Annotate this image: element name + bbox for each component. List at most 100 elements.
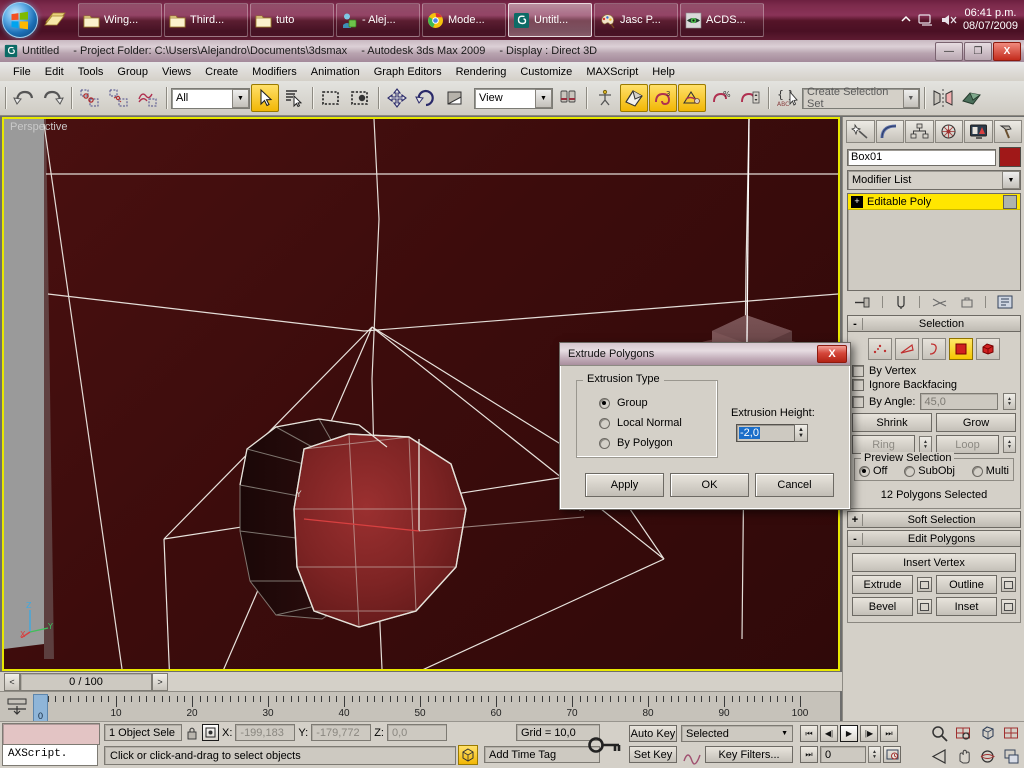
taskbar-item-7[interactable]: ACDS... [680, 3, 764, 37]
chevron-down-icon[interactable]: ▼ [535, 88, 552, 108]
time-configuration-button[interactable] [883, 746, 901, 763]
next-frame-button[interactable]: > [152, 672, 168, 691]
inset-button[interactable]: Inset [936, 597, 997, 616]
extrude-settings-button[interactable] [917, 577, 932, 592]
display-tab[interactable] [964, 119, 993, 143]
extrusion-type-by-polygon-option[interactable]: By Polygon [599, 437, 673, 449]
select-and-link-button[interactable] [76, 84, 104, 112]
shrink-button[interactable]: Shrink [852, 413, 932, 432]
select-and-scale-button[interactable] [441, 84, 469, 112]
outline-button[interactable]: Outline [936, 575, 997, 594]
angle-snap-toggle-button[interactable]: 3 [649, 84, 677, 112]
manipulate-button[interactable] [591, 84, 619, 112]
remove-modifier-icon[interactable] [959, 295, 975, 310]
modifier-list-combo[interactable]: Modifier List ▼ [847, 170, 1021, 190]
zoom-button[interactable] [928, 723, 951, 744]
edge-sublevel-button[interactable] [895, 338, 919, 360]
chevron-down-icon[interactable]: ▼ [902, 88, 919, 108]
menu-item-views[interactable]: Views [155, 64, 198, 80]
border-sublevel-button[interactable] [922, 338, 946, 360]
maximize-viewport-button[interactable] [1000, 746, 1023, 767]
parameter-curve-icon[interactable] [682, 747, 702, 765]
extrusion-type-group-option[interactable]: Group [599, 397, 648, 409]
cancel-button[interactable]: Cancel [755, 473, 834, 497]
ignore-backfacing-row[interactable]: Ignore Backfacing [852, 379, 1016, 391]
bind-to-space-warp-button[interactable] [134, 84, 162, 112]
x-coordinate-field[interactable]: -199,183 [235, 724, 296, 741]
taskbar-item-5[interactable]: Untitl... [508, 3, 592, 37]
current-frame-spinner[interactable]: ▲ ▼ [868, 746, 881, 763]
taskbar-item-4[interactable]: Mode... [422, 3, 506, 37]
preview-multi-radio[interactable] [971, 465, 983, 477]
select-object-button[interactable] [251, 84, 279, 112]
object-name-field[interactable]: Box01 [847, 148, 996, 166]
select-by-name-button[interactable] [280, 84, 308, 112]
goto-end-button[interactable]: ⏭ [880, 725, 898, 742]
selection-lock-icon[interactable] [185, 725, 199, 741]
rollout-toggle-edit-polygons[interactable]: - [848, 532, 863, 545]
chevron-down-icon[interactable]: ▼ [1002, 171, 1020, 189]
group-radio[interactable] [599, 397, 610, 409]
snaps-toggle-button[interactable] [620, 84, 648, 112]
ring-spinner[interactable]: ▲ ▼ [919, 436, 932, 453]
z-coordinate-field[interactable]: 0,0 [386, 724, 447, 741]
modify-tab[interactable] [875, 119, 904, 143]
pivot-center-button[interactable] [554, 84, 582, 112]
close-button[interactable]: X [993, 41, 1021, 61]
by-angle-row[interactable]: By Angle: 45,0 ▲ ▼ [852, 393, 1016, 410]
track-bar[interactable]: 10 20 30 40 50 60 70 80 90 100 0 [0, 691, 840, 722]
by-polygon-radio[interactable] [599, 437, 610, 449]
loop-spinner[interactable]: ▲ ▼ [1003, 436, 1016, 453]
pin-stack-icon[interactable] [854, 295, 872, 310]
menu-item-modifiers[interactable]: Modifiers [245, 64, 304, 80]
rollout-header-edit-polygons[interactable]: - Edit Polygons [847, 530, 1021, 547]
preview-subobj-option[interactable]: SubObj [904, 465, 955, 477]
preview-off-radio[interactable] [859, 465, 870, 477]
ignore-backfacing-checkbox[interactable] [852, 379, 864, 391]
menu-item-edit[interactable]: Edit [38, 64, 71, 80]
menu-item-file[interactable]: File [6, 64, 38, 80]
network-icon[interactable] [917, 12, 935, 28]
spinner-snap-toggle2-button[interactable] [736, 84, 764, 112]
percent-snap-toggle-button[interactable] [678, 84, 706, 112]
preview-subobj-radio[interactable] [904, 465, 916, 477]
zoom-region-button[interactable] [1000, 723, 1023, 744]
vertex-sublevel-button[interactable] [868, 338, 892, 360]
insert-vertex-button[interactable]: Insert Vertex [852, 553, 1016, 572]
rollout-header-selection[interactable]: - Selection [847, 315, 1021, 332]
start-button[interactable] [2, 2, 38, 38]
frame-readout[interactable]: 0 / 100 [20, 672, 152, 691]
dialog-title-bar[interactable]: Extrude Polygons X [560, 343, 850, 366]
chevron-down-icon[interactable]: ▼ [781, 730, 788, 737]
by-angle-spinner[interactable]: ▲ ▼ [1003, 393, 1016, 410]
bevel-settings-button[interactable] [917, 599, 932, 614]
auto-key-button[interactable]: Auto Key [629, 725, 677, 742]
align-button[interactable] [958, 84, 986, 112]
taskbar-item-2[interactable]: tuto [250, 3, 334, 37]
chevron-down-icon[interactable]: ▼ [232, 88, 249, 108]
menu-item-create[interactable]: Create [198, 64, 245, 80]
motion-tab[interactable] [934, 119, 963, 143]
menu-item-rendering[interactable]: Rendering [449, 64, 514, 80]
unlink-selection-button[interactable] [105, 84, 133, 112]
menu-item-help[interactable]: Help [645, 64, 682, 80]
next-frame-button[interactable]: |▶ [860, 725, 878, 742]
maximize-button[interactable]: ❐ [964, 41, 992, 61]
taskbar-item-6[interactable]: Jasc P... [594, 3, 678, 37]
menu-item-graph-editors[interactable]: Graph Editors [367, 64, 449, 80]
by-angle-field[interactable]: 45,0 [920, 393, 998, 410]
key-set-combo[interactable]: Selected ▼ [681, 725, 793, 742]
key-filters-button[interactable]: Key Filters... [705, 746, 793, 763]
current-frame-field[interactable]: 0 [820, 746, 866, 763]
taskbar-item-0[interactable]: Wing... [78, 3, 162, 37]
window-crossing-button[interactable] [346, 84, 374, 112]
rollout-toggle-soft-selection[interactable]: + [848, 513, 863, 526]
by-vertex-row[interactable]: By Vertex [852, 365, 1016, 377]
extrusion-height-spinner[interactable]: ▲ ▼ [794, 424, 808, 442]
maxscript-label[interactable]: AXScript. [2, 744, 98, 766]
bevel-button[interactable]: Bevel [852, 597, 913, 616]
absolute-relative-toggle[interactable] [202, 724, 219, 741]
open-mini-curve-editor-icon[interactable] [6, 696, 30, 718]
dialog-close-button[interactable]: X [817, 345, 847, 363]
selection-region-button[interactable] [317, 84, 345, 112]
